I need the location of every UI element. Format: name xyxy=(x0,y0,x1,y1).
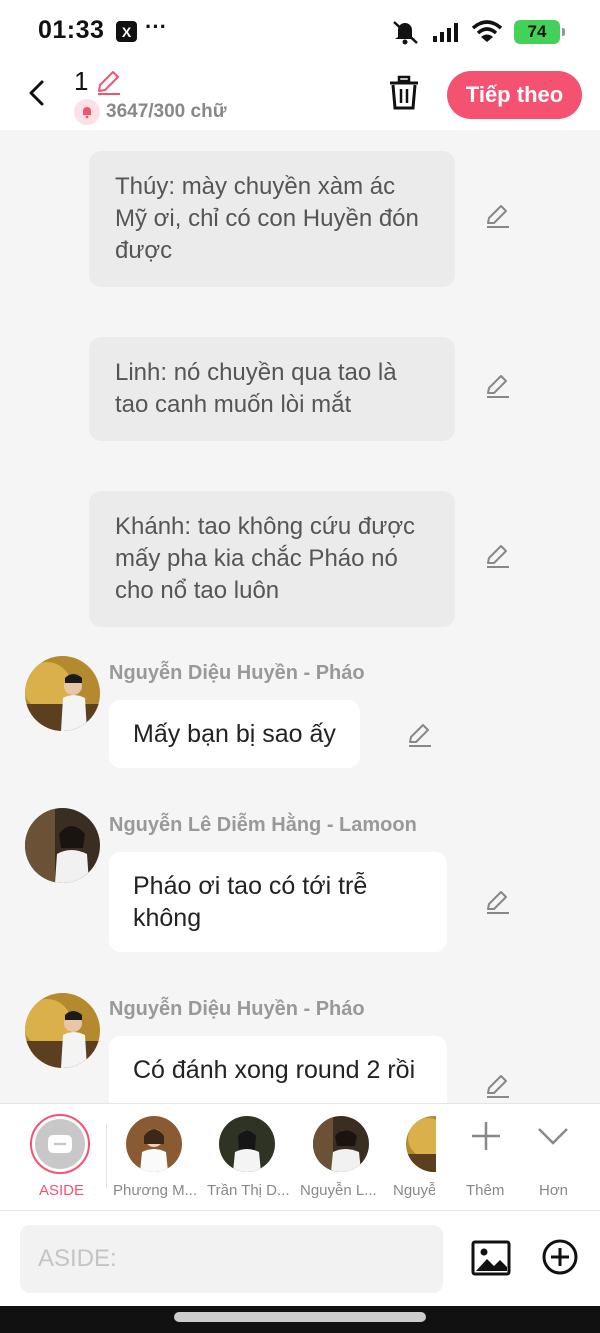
x-app-icon: X xyxy=(116,21,137,42)
character-label: Trần Thị D... xyxy=(207,1182,290,1199)
edit-message-icon[interactable] xyxy=(483,202,511,230)
signal-icon xyxy=(433,23,458,42)
character-avatar[interactable] xyxy=(126,1116,182,1172)
status-bar: 01:33 X ··· 74 xyxy=(0,0,600,62)
edit-message-icon[interactable] xyxy=(405,721,433,749)
battery-icon: 74 xyxy=(514,20,565,44)
edit-message-icon[interactable] xyxy=(483,888,511,916)
word-count: 3647/300 chữ xyxy=(74,99,226,125)
home-indicator[interactable] xyxy=(174,1312,426,1322)
character-label: Nguyễ xyxy=(393,1182,435,1199)
mute-icon xyxy=(393,21,418,45)
more-notifications-icon: ··· xyxy=(145,14,167,39)
message-bubble[interactable]: Mấy bạn bị sao ấy xyxy=(109,700,360,768)
divider xyxy=(106,1124,107,1188)
character-selector: ASIDE Phương M... Trần Thị D... Nguyễn L… xyxy=(0,1103,600,1211)
character-label: Nguyễn L... xyxy=(300,1182,377,1199)
chapter-title[interactable]: 1 xyxy=(74,66,88,97)
character-avatar[interactable] xyxy=(406,1116,436,1172)
aside-label: ASIDE xyxy=(39,1182,85,1199)
add-character-icon[interactable] xyxy=(469,1119,503,1153)
avatar[interactable] xyxy=(25,808,100,883)
image-icon[interactable] xyxy=(470,1237,512,1279)
compose-bar xyxy=(0,1211,600,1306)
avatar[interactable] xyxy=(25,656,100,731)
bell-icon xyxy=(74,99,100,125)
chevron-down-icon[interactable] xyxy=(536,1123,570,1149)
chat-area[interactable]: Thúy: mày chuyền xàm ác Mỹ ơi, chỉ có co… xyxy=(0,130,600,1103)
sender-name: Nguyễn Diệu Huyền - Pháo xyxy=(109,998,365,1020)
message-input[interactable] xyxy=(20,1225,443,1293)
edit-message-icon[interactable] xyxy=(483,372,511,400)
status-icons: 74 xyxy=(390,19,565,45)
narration-bubble[interactable]: Thúy: mày chuyền xàm ác Mỹ ơi, chỉ có co… xyxy=(89,151,455,287)
wifi-icon xyxy=(472,20,502,42)
edit-title-icon[interactable] xyxy=(94,68,122,96)
sender-name: Nguyễn Lê Diễm Hằng - Lamoon xyxy=(109,814,417,836)
avatar[interactable] xyxy=(25,993,100,1068)
add-circle-icon[interactable] xyxy=(540,1237,580,1277)
message-bubble[interactable]: Pháo ơi tao có tới trễ không xyxy=(109,852,447,952)
character-avatar[interactable] xyxy=(313,1116,369,1172)
aside-selector[interactable] xyxy=(30,1114,90,1174)
word-count-text: 3647/300 chữ xyxy=(106,101,227,122)
edit-message-icon[interactable] xyxy=(483,542,511,570)
message-bubble[interactable]: Có đánh xong round 2 rồi xyxy=(109,1036,447,1103)
next-button[interactable]: Tiếp theo xyxy=(447,71,582,119)
more-label[interactable]: Hơn xyxy=(539,1182,568,1199)
aside-icon xyxy=(35,1119,85,1169)
narration-bubble[interactable]: Linh: nó chuyền qua tao là tao canh muốn… xyxy=(89,337,455,441)
character-label: Phương M... xyxy=(113,1182,197,1199)
back-icon[interactable] xyxy=(22,76,52,110)
edit-message-icon[interactable] xyxy=(483,1072,511,1100)
narration-bubble[interactable]: Khánh: tao không cứu được mấy pha kia ch… xyxy=(89,491,455,627)
sender-name: Nguyễn Diệu Huyền - Pháo xyxy=(109,662,365,684)
add-character-label[interactable]: Thêm xyxy=(466,1182,504,1199)
status-time: 01:33 xyxy=(38,16,105,44)
character-avatar[interactable] xyxy=(219,1116,275,1172)
trash-icon[interactable] xyxy=(386,74,422,112)
editor-header: 1 3647/300 chữ Tiếp theo xyxy=(0,62,600,130)
